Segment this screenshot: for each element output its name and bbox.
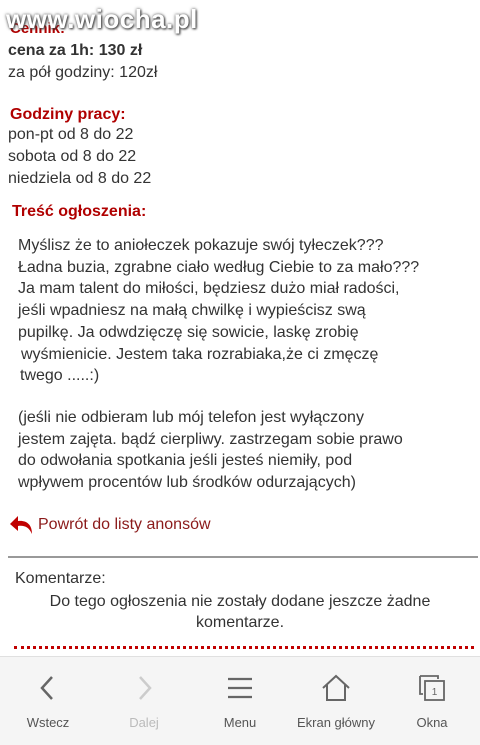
forward-button[interactable]: Dalej (96, 657, 192, 745)
chevron-left-icon (40, 676, 53, 700)
ad-line: wpływem procentów lub środków odurzający… (18, 474, 356, 492)
ad-line: jestem zajęta. bądź cierpliwy. zastrzega… (18, 430, 403, 448)
hamburger-menu-icon (228, 677, 252, 699)
ad-line: Ja mam talent do miłości, będziesz dużo … (18, 280, 400, 298)
comments-empty-message: Do tego ogłoszenia nie zostały dodane je… (20, 591, 460, 633)
dotted-divider (14, 646, 474, 649)
home-icon (322, 674, 350, 701)
comments-empty-line: Do tego ogłoszenia nie zostały dodane je… (49, 593, 431, 610)
divider (8, 556, 478, 558)
ad-line: twego .....:) (20, 367, 100, 385)
back-to-list-link[interactable]: Powrót do listy anonsów (8, 510, 211, 540)
curved-back-arrow-icon (10, 516, 32, 534)
ad-heading: Treść ogłoszenia: (12, 203, 147, 220)
watermark-logo: www.wiocha.pl (6, 4, 198, 34)
ad-paragraph-2: (jeśli nie odbieram lub mój telefon jest… (18, 407, 468, 494)
hours-sunday: niedziela od 8 do 22 (8, 170, 152, 187)
hours-weekdays: pon-pt od 8 do 22 (8, 126, 134, 143)
ad-line: Ładna buzia, zgrabne ciało według Ciebie… (18, 258, 420, 276)
ad-line: do odwołania spotkania jeśli jesteś niem… (18, 452, 353, 470)
comments-label: Komentarze: (15, 570, 106, 587)
browser-toolbar: Wstecz Dalej Menu Ekran główny 1 Okna (0, 656, 480, 745)
price-half-hour: za pół godziny: 120zł (8, 64, 158, 81)
back-button-label: Wstecz (26, 715, 70, 730)
hours-saturday: sobota od 8 do 22 (8, 148, 137, 165)
windows-button-label: Okna (416, 715, 448, 730)
ad-line: pupilkę. Ja odwdzięczę się sowicie, lask… (18, 323, 359, 341)
windows-button[interactable]: 1 Okna (384, 657, 480, 745)
hours-heading: Godziny pracy: (10, 106, 126, 123)
windows-count: 1 (432, 687, 438, 698)
menu-button[interactable]: Menu (192, 657, 288, 745)
price-hour: cena za 1h: 130 zł (8, 42, 143, 59)
home-button-label: Ekran główny (296, 715, 376, 730)
windows-tabs-icon: 1 (419, 675, 445, 701)
ad-paragraph-1: Myślisz że to aniołeczek pokazuje swój t… (18, 235, 468, 387)
back-to-list-label: Powrót do listy anonsów (38, 516, 211, 533)
ad-line: jeśli wpadniesz na małą chwilkę i wypieś… (18, 302, 366, 320)
ad-line: (jeśli nie odbieram lub mój telefon jest… (18, 408, 364, 426)
home-button[interactable]: Ekran główny (288, 657, 384, 745)
ad-line: Myślisz że to aniołeczek pokazuje swój t… (18, 237, 384, 254)
menu-button-label: Menu (223, 715, 257, 730)
ad-body: Myślisz że to aniołeczek pokazuje swój t… (18, 235, 468, 494)
back-button[interactable]: Wstecz (0, 657, 96, 745)
chevron-right-icon (139, 676, 152, 700)
forward-button-label: Dalej (129, 715, 159, 730)
comments-empty-line: komentarze. (195, 614, 285, 631)
ad-line: wyśmienicie. Jestem taka rozrabiaka,że c… (21, 345, 379, 363)
